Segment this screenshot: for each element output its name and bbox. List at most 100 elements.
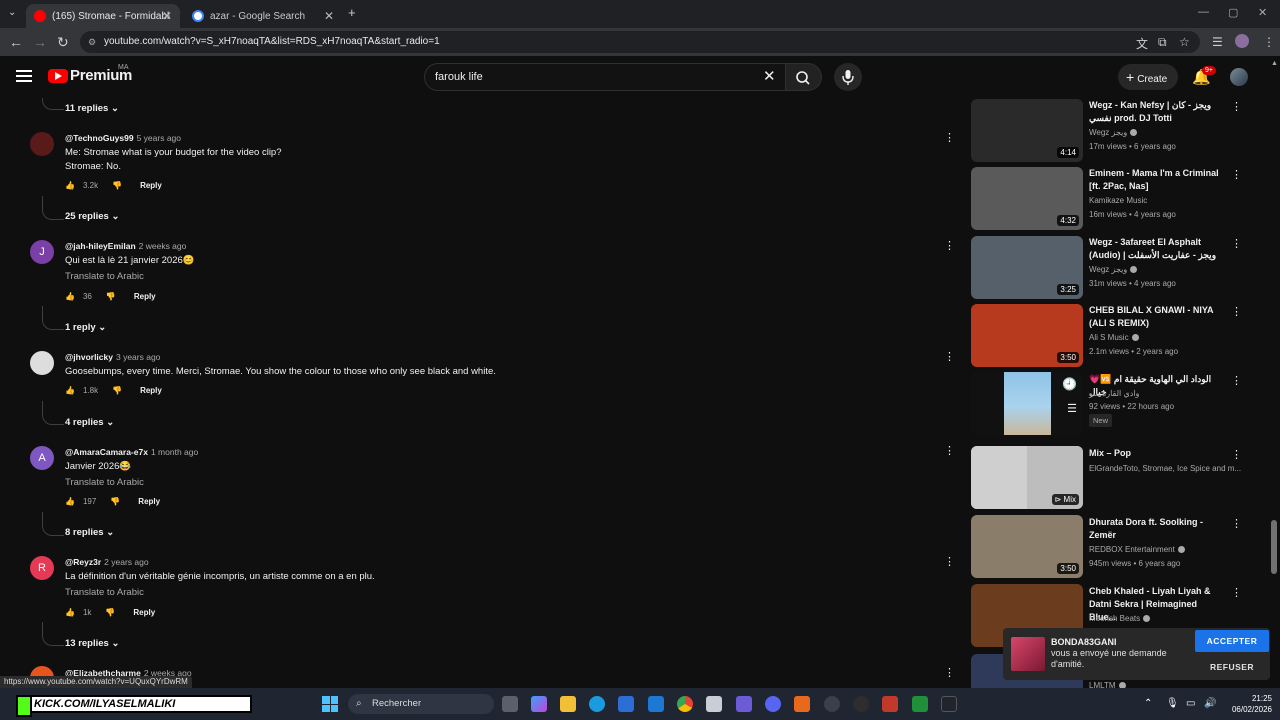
- video-title[interactable]: Wegz - 3afareet El Asphalt (Audio) | ويج…: [1089, 236, 1225, 262]
- channel-name[interactable]: Wegz ويجز: [1089, 128, 1138, 137]
- bookmark-star-icon[interactable]: ☆: [1179, 35, 1190, 49]
- dislike-icon[interactable]: 👎: [112, 181, 122, 190]
- translate-button[interactable]: Translate to Arabic: [65, 271, 144, 282]
- search-input[interactable]: farouk life: [424, 63, 786, 91]
- minimize-icon[interactable]: —: [1198, 6, 1209, 18]
- video-menu-icon[interactable]: ⋮: [1231, 168, 1242, 181]
- tab-youtube[interactable]: (165) Stromae - Formidable (ce ✕: [26, 4, 180, 28]
- reply-button[interactable]: Reply: [140, 386, 162, 395]
- translate-button[interactable]: Translate to Arabic: [65, 587, 144, 598]
- view-replies-button[interactable]: 13 replies ⌄: [65, 638, 119, 649]
- taskbar-search-input[interactable]: ⌕ Rechercher: [348, 694, 494, 714]
- volume-icon[interactable]: 🔊: [1204, 698, 1216, 709]
- copilot-icon[interactable]: [531, 696, 547, 712]
- channel-name[interactable]: Wegz ويجز: [1089, 265, 1138, 274]
- avatar[interactable]: R: [30, 556, 54, 580]
- forward-icon[interactable]: →: [33, 34, 47, 50]
- view-replies-button[interactable]: 4 replies ⌄: [65, 417, 114, 428]
- video-menu-icon[interactable]: ⋮: [1231, 448, 1242, 461]
- comment-menu-icon[interactable]: ⋮: [944, 444, 955, 457]
- channel-name[interactable]: ElGrandeToto, Stromae, Ice Spice and m..…: [1089, 464, 1241, 473]
- reply-button[interactable]: Reply: [134, 292, 156, 301]
- video-title[interactable]: Dhurata Dora ft. Soolking - Zemër: [1089, 516, 1225, 542]
- avatar[interactable]: J: [30, 240, 54, 264]
- refuse-button[interactable]: REFUSER: [1195, 656, 1269, 678]
- windows-start-icon[interactable]: [322, 696, 338, 712]
- video-title[interactable]: Mix – Pop: [1089, 447, 1225, 460]
- video-menu-icon[interactable]: ⋮: [1231, 517, 1242, 530]
- create-button[interactable]: + Create: [1118, 64, 1178, 90]
- dislike-icon[interactable]: 👎: [110, 497, 120, 506]
- site-info-icon[interactable]: ⚙: [88, 31, 96, 53]
- video-thumbnail[interactable]: 🕘 ☰: [971, 372, 1083, 435]
- browser-menu-icon[interactable]: ⋮: [1263, 35, 1275, 49]
- channel-name[interactable]: Moorish Beats: [1089, 614, 1151, 623]
- tray-chevron-icon[interactable]: ⌃: [1144, 698, 1152, 709]
- vlc-icon[interactable]: [794, 696, 810, 712]
- channel-name[interactable]: Kamikaze Music: [1089, 196, 1147, 205]
- comment-menu-icon[interactable]: ⋮: [944, 555, 955, 568]
- tab-list-chevron-icon[interactable]: ⌄: [8, 7, 16, 18]
- voice-search-button[interactable]: [834, 63, 862, 91]
- network-icon[interactable]: ▭: [1186, 698, 1195, 709]
- channel-name[interactable]: Ali S Music: [1089, 333, 1139, 342]
- video-menu-icon[interactable]: ⋮: [1231, 305, 1242, 318]
- tab-google[interactable]: azar - Google Search ✕: [184, 4, 342, 28]
- like-icon[interactable]: 👍: [65, 386, 75, 395]
- maximize-icon[interactable]: ▢: [1228, 6, 1238, 19]
- video-title[interactable]: Eminem - Mama I'm a Criminal [ft. 2Pac, …: [1089, 167, 1225, 193]
- avatar[interactable]: [30, 351, 54, 375]
- account-avatar[interactable]: [1230, 68, 1248, 86]
- menu-icon[interactable]: [16, 70, 32, 82]
- translate-button[interactable]: Translate to Arabic: [65, 477, 144, 488]
- video-menu-icon[interactable]: ⋮: [1231, 586, 1242, 599]
- obs-icon[interactable]: [824, 696, 840, 712]
- youtube-logo-icon[interactable]: [48, 69, 68, 83]
- chrome-icon[interactable]: [677, 696, 693, 712]
- channel-name[interactable]: وادي القارة سو: [1089, 389, 1139, 398]
- translate-icon[interactable]: 文: [1136, 35, 1148, 52]
- avatar[interactable]: A: [30, 446, 54, 470]
- video-thumbnail[interactable]: ⊳ Mix: [971, 446, 1083, 509]
- media-player-icon[interactable]: [912, 696, 928, 712]
- mail-icon[interactable]: [648, 696, 664, 712]
- video-thumbnail[interactable]: 3:50: [971, 515, 1083, 578]
- reply-button[interactable]: Reply: [138, 497, 160, 506]
- reply-button[interactable]: Reply: [133, 608, 155, 617]
- video-thumbnail[interactable]: 3:50: [971, 304, 1083, 367]
- close-window-icon[interactable]: ✕: [1258, 6, 1267, 19]
- taskbar-clock[interactable]: 21:25 06/02/2026: [1218, 693, 1272, 715]
- file-explorer-icon[interactable]: [560, 696, 576, 712]
- view-replies-button[interactable]: 8 replies ⌄: [65, 527, 114, 538]
- view-replies-button[interactable]: 25 replies ⌄: [65, 211, 119, 222]
- close-tab-icon[interactable]: ✕: [162, 9, 172, 23]
- comment-menu-icon[interactable]: ⋮: [944, 239, 955, 252]
- microphone-tray-icon[interactable]: 🎙: [1166, 698, 1179, 709]
- store-icon[interactable]: [618, 696, 634, 712]
- url-field[interactable]: ⚙ youtube.com/watch?v=S_xH7noaqTA&list=R…: [80, 31, 1200, 53]
- reload-icon[interactable]: ↻: [57, 34, 69, 51]
- dislike-icon[interactable]: 👎: [105, 608, 115, 617]
- profile-icon[interactable]: [1235, 34, 1249, 48]
- discord-icon[interactable]: [765, 696, 781, 712]
- back-icon[interactable]: ←: [9, 34, 23, 50]
- dislike-icon[interactable]: 👎: [106, 292, 116, 301]
- video-menu-icon[interactable]: ⋮: [1231, 374, 1242, 387]
- new-tab-button[interactable]: +: [348, 5, 356, 20]
- dislike-icon[interactable]: 👎: [112, 386, 122, 395]
- add-to-queue-icon[interactable]: ☰: [1067, 402, 1077, 415]
- page-scrollbar[interactable]: [1271, 520, 1277, 574]
- video-thumbnail[interactable]: 3:25: [971, 236, 1083, 299]
- view-replies-button[interactable]: 1 reply ⌄: [65, 322, 106, 333]
- avatar[interactable]: [30, 132, 54, 156]
- watch-later-icon[interactable]: 🕘: [1062, 377, 1077, 391]
- channel-name[interactable]: REDBOX Entertainment: [1089, 545, 1185, 554]
- like-icon[interactable]: 👍: [65, 497, 75, 506]
- reading-list-icon[interactable]: ☰: [1212, 35, 1223, 49]
- comment-menu-icon[interactable]: ⋮: [944, 131, 955, 144]
- view-replies-button[interactable]: 11 replies ⌄: [65, 103, 119, 114]
- app-icon[interactable]: [882, 696, 898, 712]
- like-icon[interactable]: 👍: [65, 608, 75, 617]
- accept-button[interactable]: ACCEPTER: [1195, 630, 1269, 652]
- game-controller-icon[interactable]: [736, 696, 752, 712]
